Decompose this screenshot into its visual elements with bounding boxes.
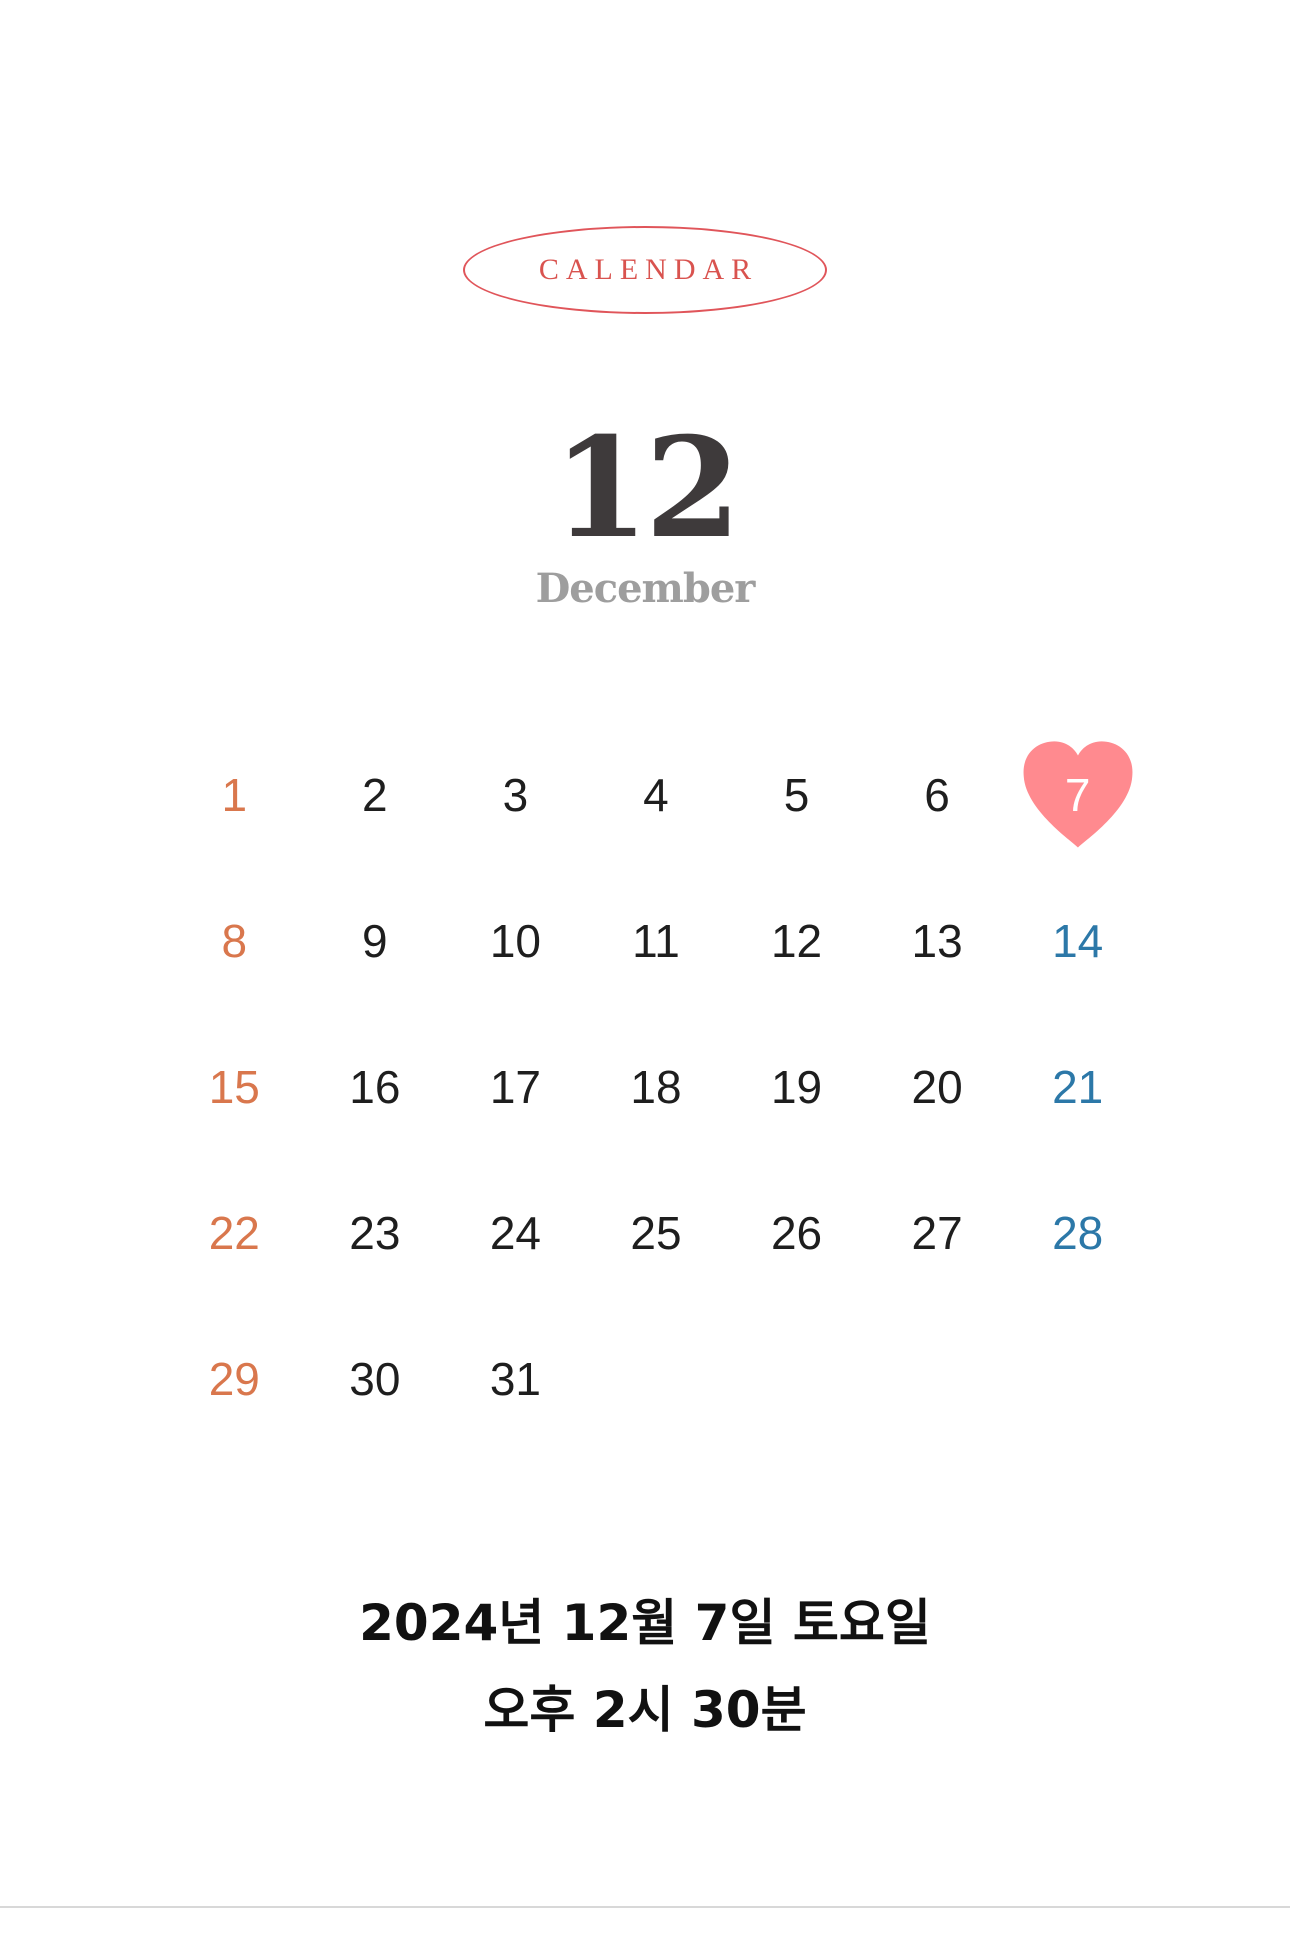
day-cell-11[interactable]: 11 xyxy=(586,868,727,1014)
day-number: 17 xyxy=(489,1061,541,1113)
calendar-header-badge: CALENDAR xyxy=(463,226,827,314)
day-number: 25 xyxy=(630,1207,682,1259)
day-cell-28[interactable]: 28 xyxy=(1007,1160,1148,1306)
day-cell-9[interactable]: 9 xyxy=(305,868,446,1014)
day-cell-31[interactable]: 31 xyxy=(445,1306,586,1452)
current-date: 2024년 12월 7일 토요일 xyxy=(359,1594,931,1652)
day-number: 9 xyxy=(362,915,388,967)
day-number: 16 xyxy=(349,1061,401,1113)
empty-day-cell xyxy=(867,1306,1008,1452)
day-cell-1[interactable]: 1 xyxy=(164,722,305,868)
day-number: 13 xyxy=(911,915,963,967)
empty-day-cell xyxy=(586,1306,727,1452)
day-cell-10[interactable]: 10 xyxy=(445,868,586,1014)
day-cell-20[interactable]: 20 xyxy=(867,1014,1008,1160)
day-number: 28 xyxy=(1052,1207,1104,1259)
day-cell-18[interactable]: 18 xyxy=(586,1014,727,1160)
bottom-margin xyxy=(0,1908,1290,1937)
calendar-header-label: CALENDAR xyxy=(538,253,759,286)
day-number: 20 xyxy=(911,1061,963,1113)
day-cell-16[interactable]: 16 xyxy=(305,1014,446,1160)
calendar-grid: 1 2 3 4 5 6 7 8 9 10 11 12 13 14 15 16 17 18 19 20 21 22 23 24 2… xyxy=(164,722,1148,1452)
day-number: 21 xyxy=(1052,1061,1104,1113)
day-cell-12[interactable]: 12 xyxy=(726,868,867,1014)
day-number: 8 xyxy=(221,915,248,967)
day-cell-21[interactable]: 21 xyxy=(1007,1014,1148,1160)
day-cell-23[interactable]: 23 xyxy=(305,1160,446,1306)
day-number: 3 xyxy=(502,769,529,821)
day-number: 7 xyxy=(1064,769,1091,821)
current-time: 오후 2시 30분 xyxy=(483,1681,807,1739)
day-number: 31 xyxy=(489,1353,541,1405)
empty-day-cell xyxy=(726,1306,867,1452)
day-number: 29 xyxy=(208,1353,260,1405)
day-cell-15[interactable]: 15 xyxy=(164,1014,305,1160)
calendar-page: CALENDAR 12 December 1 2 3 4 5 6 7 8 9 10 11 12 13 14… xyxy=(0,0,1290,1906)
day-number: 1 xyxy=(221,769,248,821)
day-number: 18 xyxy=(630,1061,682,1113)
day-cell-26[interactable]: 26 xyxy=(726,1160,867,1306)
day-cell-25[interactable]: 25 xyxy=(586,1160,727,1306)
empty-day-cell xyxy=(1007,1306,1148,1452)
month-name: December xyxy=(535,565,756,612)
day-cell-17[interactable]: 17 xyxy=(445,1014,586,1160)
day-cell-13[interactable]: 13 xyxy=(867,868,1008,1014)
day-number: 4 xyxy=(643,769,669,821)
day-cell-29[interactable]: 29 xyxy=(164,1306,305,1452)
day-cell-27[interactable]: 27 xyxy=(867,1160,1008,1306)
day-number: 2 xyxy=(362,769,388,821)
day-cell-5[interactable]: 5 xyxy=(726,722,867,868)
day-number: 19 xyxy=(770,1061,823,1113)
day-number: 22 xyxy=(208,1207,260,1259)
day-cell-3[interactable]: 3 xyxy=(445,722,586,868)
day-cell-14[interactable]: 14 xyxy=(1007,868,1148,1014)
day-cell-7[interactable]: 7 xyxy=(1007,722,1148,868)
day-number: 10 xyxy=(489,915,541,967)
day-number: 23 xyxy=(349,1207,401,1259)
day-number: 6 xyxy=(924,769,950,821)
day-cell-19[interactable]: 19 xyxy=(726,1014,867,1160)
day-number: 11 xyxy=(632,915,680,967)
day-cell-24[interactable]: 24 xyxy=(445,1160,586,1306)
day-number: 24 xyxy=(489,1207,541,1259)
day-cell-4[interactable]: 4 xyxy=(586,722,727,868)
day-cell-6[interactable]: 6 xyxy=(867,722,1008,868)
day-number: 5 xyxy=(783,769,810,821)
day-cell-30[interactable]: 30 xyxy=(305,1306,446,1452)
month-number: 12 xyxy=(552,406,741,569)
day-number: 30 xyxy=(349,1353,401,1405)
day-cell-2[interactable]: 2 xyxy=(305,722,446,868)
day-number: 15 xyxy=(208,1061,260,1113)
day-number: 27 xyxy=(911,1207,963,1259)
day-cell-22[interactable]: 22 xyxy=(164,1160,305,1306)
day-number: 14 xyxy=(1052,915,1104,967)
day-cell-8[interactable]: 8 xyxy=(164,868,305,1014)
day-number: 26 xyxy=(770,1207,823,1259)
day-number: 12 xyxy=(770,915,823,967)
